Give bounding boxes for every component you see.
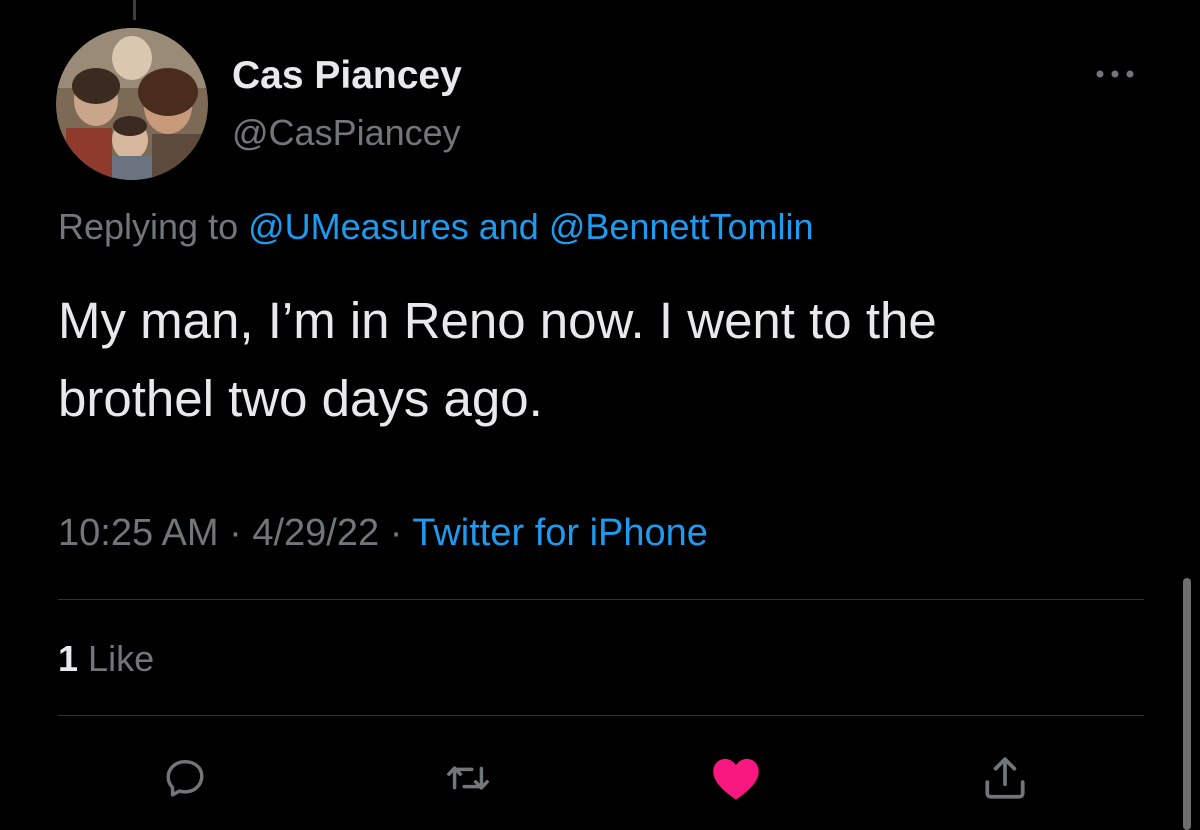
tweet-time[interactable]: 10:25 AM (58, 512, 219, 554)
reply-button[interactable] (157, 750, 213, 806)
like-button[interactable] (708, 750, 764, 806)
tweet-meta: 10:25 AM · 4/29/22 · Twitter for iPhone (58, 512, 708, 555)
more-options-button[interactable] (1090, 56, 1140, 92)
mention-joiner: and (478, 206, 539, 247)
meta-separator: · (229, 512, 242, 554)
mention-link-bennetttomlin[interactable]: @BennettTomlin (549, 206, 814, 247)
author-display-name[interactable]: Cas Piancey (232, 54, 462, 98)
retweet-icon (447, 766, 489, 790)
author-handle[interactable]: @CasPiancey (232, 112, 461, 154)
tweet-text-line-2: brothel two days ago. (58, 370, 543, 427)
tweet-date[interactable]: 4/29/22 (252, 512, 379, 554)
likes-label: Like (88, 638, 155, 679)
divider (58, 599, 1144, 600)
tweet-text-line-1: My man, I’m in Reno now. I went to the (58, 292, 937, 349)
tweet-source-link[interactable]: Twitter for iPhone (412, 512, 708, 554)
replying-to-line: Replying to @UMeasures and @BennettTomli… (58, 206, 814, 248)
avatar[interactable] (56, 28, 208, 180)
meta-separator: · (389, 512, 403, 554)
more-dots-icon (1096, 70, 1134, 78)
scrollbar[interactable] (1183, 578, 1191, 830)
heart-icon (713, 758, 759, 800)
retweet-button[interactable] (440, 750, 496, 806)
tweet-text: My man, I’m in Reno now. I went to the b… (58, 282, 1168, 438)
likes-count: 1 (58, 638, 79, 679)
thread-connector-line (133, 0, 136, 20)
reply-icon (166, 759, 204, 797)
divider (58, 715, 1144, 716)
share-button[interactable] (977, 750, 1033, 806)
share-icon (985, 757, 1025, 799)
replying-to-label: Replying to (58, 206, 239, 247)
avatar-photo-icon (56, 28, 208, 180)
likes-stat[interactable]: 1 Like (58, 638, 154, 680)
mention-link-umeasures[interactable]: @UMeasures (248, 206, 469, 247)
